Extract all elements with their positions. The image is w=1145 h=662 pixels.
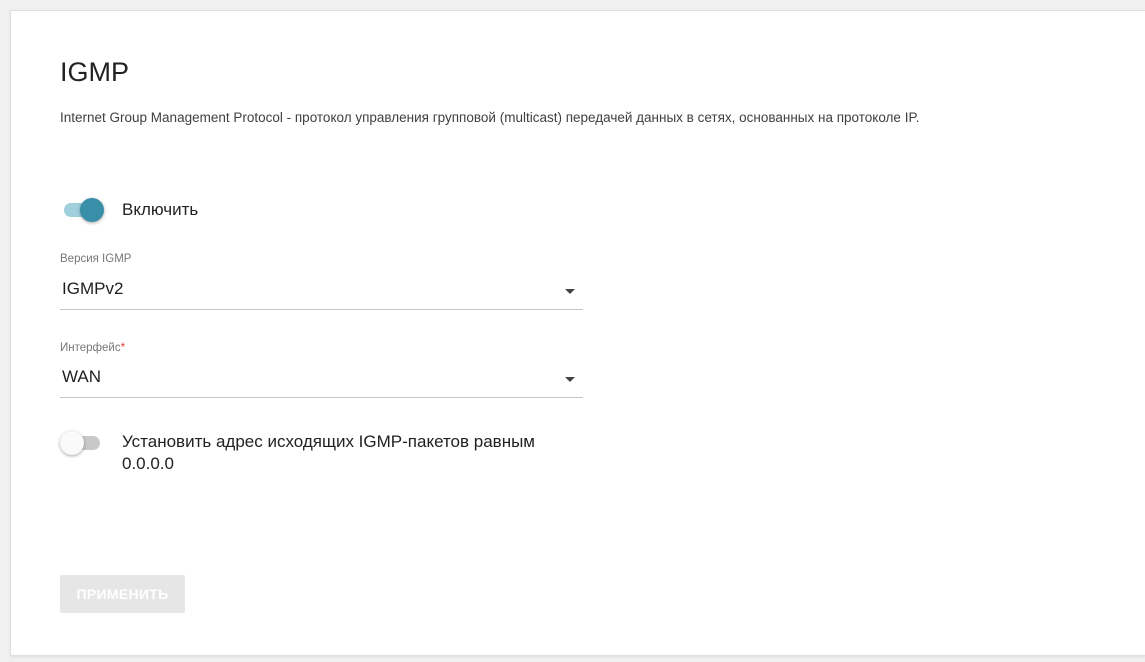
apply-button[interactable]: ПРИМЕНИТЬ xyxy=(60,575,185,613)
zero-source-toggle-thumb xyxy=(60,431,84,455)
igmp-settings-card: IGMP Internet Group Management Protocol … xyxy=(10,10,1145,656)
igmp-version-select[interactable]: IGMPv2 xyxy=(60,273,583,310)
enable-toggle-thumb xyxy=(80,198,104,222)
interface-value: WAN xyxy=(62,367,102,386)
enable-toggle-label: Включить xyxy=(122,200,199,219)
igmp-version-value: IGMPv2 xyxy=(62,279,124,298)
page-title: IGMP xyxy=(60,57,130,87)
page-description: Internet Group Management Protocol - про… xyxy=(60,110,920,125)
interface-label: Интерфейс* xyxy=(60,342,125,354)
interface-select[interactable]: WAN xyxy=(60,361,583,398)
enable-toggle[interactable] xyxy=(60,196,104,222)
zero-source-toggle[interactable] xyxy=(60,429,102,455)
zero-source-toggle-label: Установить адрес исходящих IGMP-пакетов … xyxy=(122,432,535,473)
igmp-version-label: Версия IGMP xyxy=(60,253,132,265)
interface-label-text: Интерфейс xyxy=(60,342,121,354)
required-mark: * xyxy=(120,342,126,354)
chevron-down-icon xyxy=(565,377,575,382)
chevron-down-icon xyxy=(565,289,575,294)
